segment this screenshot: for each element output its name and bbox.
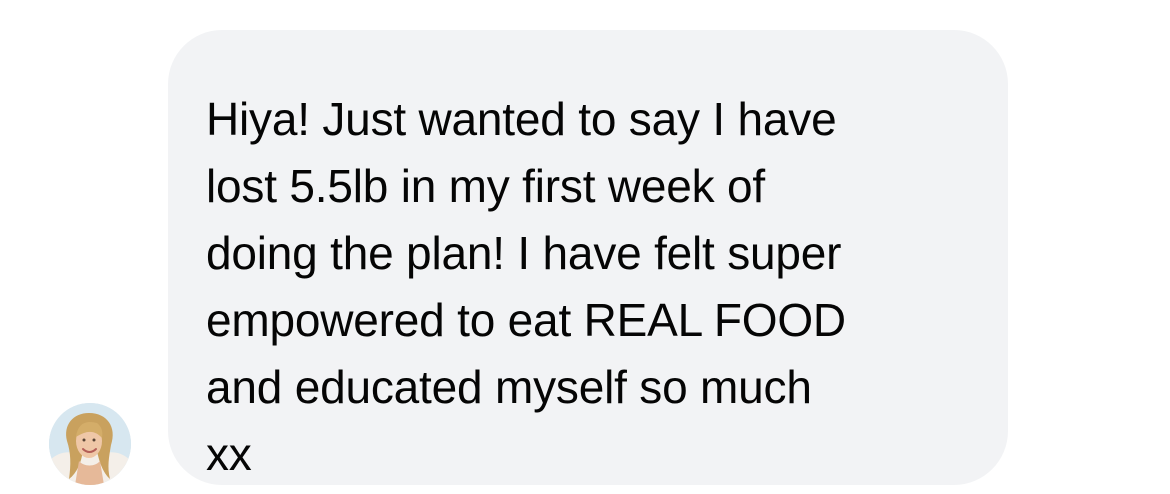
message-bubble[interactable]: Hiya! Just wanted to say I have lost 5.5…: [168, 30, 1008, 485]
sender-avatar[interactable]: [49, 403, 131, 485]
message-text: Hiya! Just wanted to say I have lost 5.5…: [206, 93, 846, 480]
profile-photo-icon: [49, 403, 131, 485]
message-row: Hiya! Just wanted to say I have lost 5.5…: [0, 0, 1170, 494]
